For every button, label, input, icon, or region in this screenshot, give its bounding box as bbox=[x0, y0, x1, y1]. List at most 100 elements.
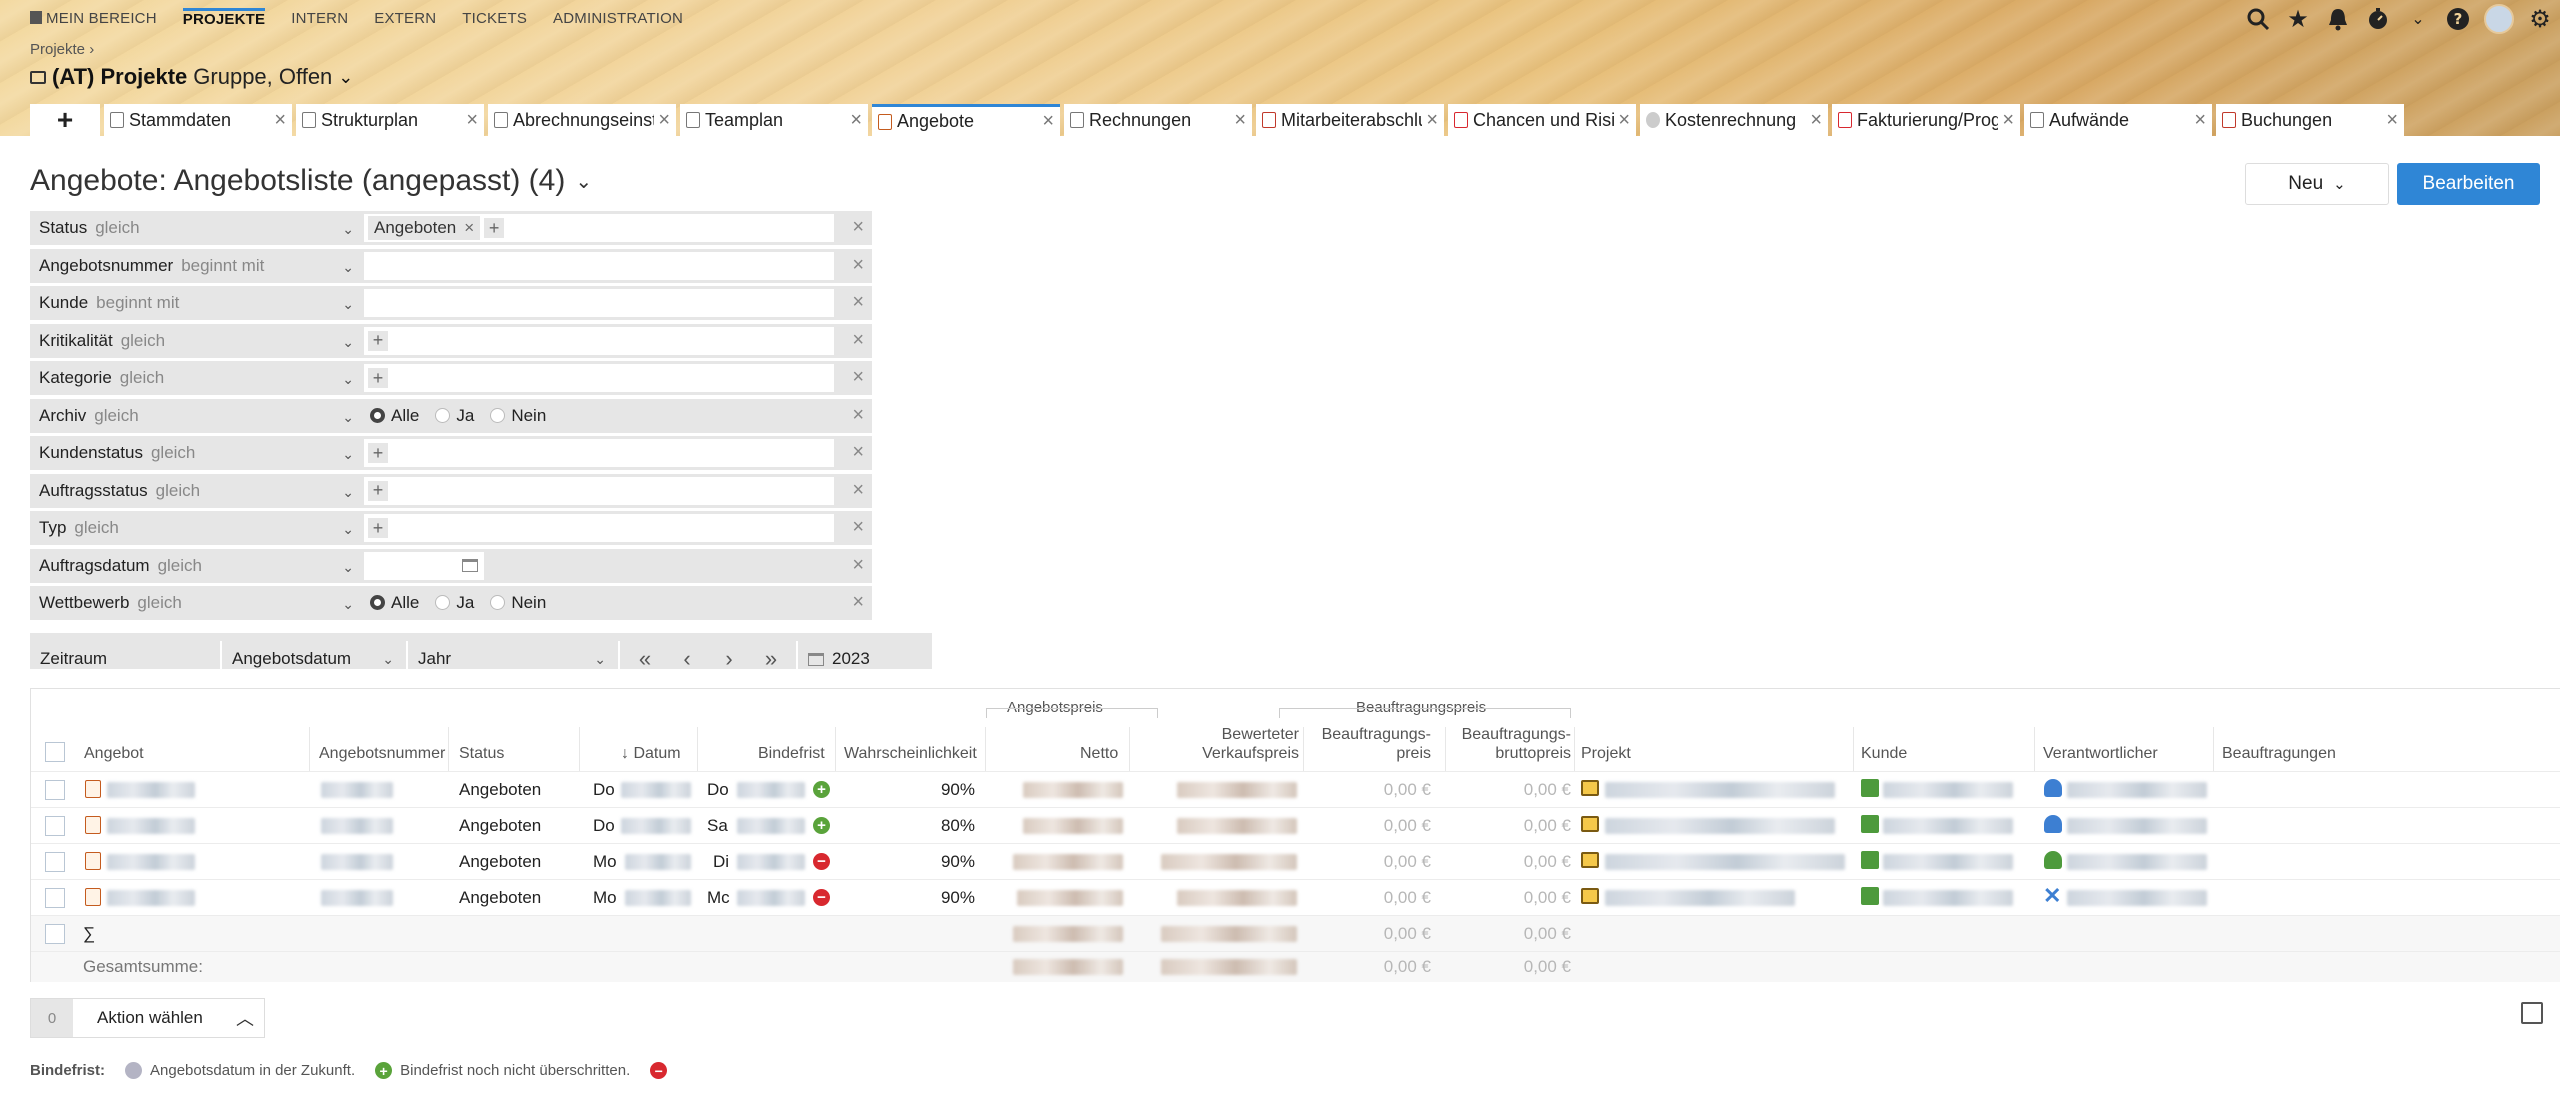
tab-mitarbeiterabschluss[interactable]: Mitarbeiterabschluss× bbox=[1256, 104, 1444, 136]
table-row[interactable]: Angeboten Do Do + 90% 0,00 € 0,00 € bbox=[31, 771, 2560, 807]
col-bewerteter-verkaufspreis[interactable]: Bewerteter Verkaufspreis bbox=[1171, 725, 1299, 763]
add-value-button[interactable]: + bbox=[368, 330, 388, 351]
filter-kategorie-value[interactable]: + bbox=[364, 364, 834, 392]
add-tab-button[interactable]: + bbox=[30, 104, 100, 136]
nav-extern[interactable]: EXTERN bbox=[374, 8, 436, 34]
redacted-offer[interactable] bbox=[107, 890, 195, 906]
clear-filter-icon[interactable]: × bbox=[852, 516, 864, 539]
radio-nein[interactable]: Nein bbox=[490, 593, 546, 613]
add-value-button[interactable]: + bbox=[484, 218, 505, 238]
close-icon[interactable]: × bbox=[1810, 109, 1822, 132]
tab-teamplan[interactable]: Teamplan × bbox=[680, 104, 868, 136]
calendar-icon[interactable] bbox=[462, 559, 478, 572]
period-field-select[interactable]: Angebotsdatum ⌄ bbox=[222, 641, 408, 677]
radio-ja[interactable]: Ja bbox=[435, 406, 474, 426]
filter-typ-field[interactable]: Typ gleich ⌄ bbox=[30, 518, 364, 538]
redacted-customer[interactable] bbox=[1883, 890, 2013, 906]
filter-angebotsnummer-input[interactable] bbox=[364, 251, 834, 280]
chevron-down-icon[interactable]: ⌄ bbox=[2404, 5, 2432, 33]
project-title[interactable]: (AT) Projekte Gruppe, Offen ⌄ bbox=[30, 64, 353, 90]
tab-aufwaende[interactable]: Aufwände × bbox=[2024, 104, 2212, 136]
row-checkbox[interactable] bbox=[45, 852, 65, 872]
timer-icon[interactable] bbox=[2364, 5, 2392, 33]
col-bindefrist[interactable]: Bindefrist bbox=[758, 745, 825, 763]
row-checkbox[interactable] bbox=[45, 924, 65, 944]
redacted-project[interactable] bbox=[1605, 782, 1835, 798]
close-icon[interactable]: × bbox=[658, 109, 670, 132]
radio-ja[interactable]: Ja bbox=[435, 593, 474, 613]
nav-tickets[interactable]: TICKETS bbox=[462, 8, 527, 34]
clear-filter-icon[interactable]: × bbox=[852, 291, 864, 314]
nav-mein-bereich[interactable]: MEIN BEREICH bbox=[30, 8, 157, 34]
next-period-icon[interactable]: › bbox=[708, 646, 750, 672]
clear-filter-icon[interactable]: × bbox=[852, 591, 864, 614]
filter-archiv-field[interactable]: Archiv gleich ⌄ bbox=[30, 406, 364, 426]
row-checkbox[interactable] bbox=[45, 780, 65, 800]
close-icon[interactable]: × bbox=[2194, 109, 2206, 132]
tab-angebote[interactable]: Angebote × bbox=[872, 104, 1060, 136]
close-icon[interactable]: × bbox=[1426, 109, 1438, 132]
filter-auftragsstatus-field[interactable]: Auftragsstatus gleich ⌄ bbox=[30, 481, 364, 501]
col-angebotsnummer[interactable]: Angebotsnummer bbox=[319, 745, 445, 763]
edit-button[interactable]: Bearbeiten bbox=[2397, 163, 2540, 205]
col-beauftragungspreis[interactable]: Beauftragungs-preis bbox=[1303, 725, 1431, 763]
filter-wettbewerb-field[interactable]: Wettbewerb gleich ⌄ bbox=[30, 593, 364, 613]
add-value-button[interactable]: + bbox=[368, 518, 388, 538]
table-row[interactable]: Angeboten Mo Mc − 90% 0,00 € 0,00 € ✕ bbox=[31, 879, 2560, 915]
add-value-button[interactable]: + bbox=[368, 368, 388, 388]
col-projekt[interactable]: Projekt bbox=[1581, 745, 1631, 763]
filter-auftragsdatum-field[interactable]: Auftragsdatum gleich ⌄ bbox=[30, 556, 364, 576]
table-row[interactable]: Angeboten Do Sa + 80% 0,00 € 0,00 € bbox=[31, 807, 2560, 843]
nav-intern[interactable]: INTERN bbox=[291, 8, 348, 34]
col-status[interactable]: Status bbox=[459, 745, 504, 763]
help-icon[interactable]: ? bbox=[2444, 5, 2472, 33]
filter-kritikalitaet-field[interactable]: Kritikalität gleich ⌄ bbox=[30, 331, 364, 351]
filter-kritikalitaet-value[interactable]: + bbox=[364, 326, 834, 355]
export-icon[interactable] bbox=[2521, 1002, 2543, 1024]
tab-rechnungen[interactable]: Rechnungen × bbox=[1064, 104, 1252, 136]
filter-kunde-field[interactable]: Kunde beginnt mit ⌄ bbox=[30, 293, 364, 313]
filter-kategorie-field[interactable]: Kategorie gleich ⌄ bbox=[30, 368, 364, 388]
col-datum[interactable]: ↓ Datum bbox=[621, 745, 681, 763]
redacted-customer[interactable] bbox=[1883, 818, 2013, 834]
clear-filter-icon[interactable]: × bbox=[852, 479, 864, 502]
clear-filter-icon[interactable]: × bbox=[852, 254, 864, 277]
select-all-checkbox[interactable] bbox=[45, 742, 65, 762]
close-icon[interactable]: × bbox=[464, 218, 474, 238]
tab-buchungen[interactable]: Buchungen × bbox=[2216, 104, 2404, 136]
clear-filter-icon[interactable]: × bbox=[852, 366, 864, 389]
period-year[interactable]: 2023 bbox=[798, 641, 928, 677]
clear-filter-icon[interactable]: × bbox=[852, 441, 864, 464]
first-period-icon[interactable]: « bbox=[624, 646, 666, 672]
clear-filter-icon[interactable]: × bbox=[852, 329, 864, 352]
redacted-customer[interactable] bbox=[1883, 854, 2013, 870]
close-icon[interactable]: × bbox=[466, 109, 478, 132]
row-checkbox[interactable] bbox=[45, 816, 65, 836]
radio-alle[interactable]: Alle bbox=[370, 593, 419, 613]
filter-typ-value[interactable]: + bbox=[364, 514, 834, 542]
col-angebot[interactable]: Angebot bbox=[84, 745, 144, 763]
redacted-project[interactable] bbox=[1605, 890, 1795, 906]
redacted-offer[interactable] bbox=[107, 854, 195, 870]
close-icon[interactable]: × bbox=[274, 109, 286, 132]
close-icon[interactable]: × bbox=[1234, 109, 1246, 132]
col-wahrscheinlichkeit[interactable]: Wahrscheinlichkeit bbox=[844, 745, 977, 763]
radio-nein[interactable]: Nein bbox=[490, 406, 546, 426]
radio-alle[interactable]: Alle bbox=[370, 406, 419, 426]
clear-filter-icon[interactable]: × bbox=[852, 554, 864, 577]
filter-kunde-input[interactable] bbox=[364, 289, 834, 317]
date-input[interactable] bbox=[364, 551, 484, 580]
col-verantwortlicher[interactable]: Verantwortlicher bbox=[2043, 745, 2158, 763]
filter-auftragsstatus-value[interactable]: + bbox=[364, 476, 834, 505]
bell-icon[interactable] bbox=[2324, 5, 2352, 33]
tab-fakturierung[interactable]: Fakturierung/Prognose× bbox=[1832, 104, 2020, 136]
nav-administration[interactable]: ADMINISTRATION bbox=[553, 8, 683, 34]
redacted-project[interactable] bbox=[1605, 854, 1845, 870]
filter-kundenstatus-field[interactable]: Kundenstatus gleich ⌄ bbox=[30, 443, 364, 463]
redacted-offer[interactable] bbox=[107, 782, 195, 798]
page-title[interactable]: Angebote: Angebotsliste (angepasst) (4) … bbox=[30, 164, 592, 198]
filter-status-value[interactable]: Angeboten × + bbox=[364, 214, 834, 242]
gear-icon[interactable]: ⚙ bbox=[2526, 5, 2554, 33]
add-value-button[interactable]: + bbox=[368, 480, 388, 501]
close-icon[interactable]: × bbox=[2386, 109, 2398, 132]
